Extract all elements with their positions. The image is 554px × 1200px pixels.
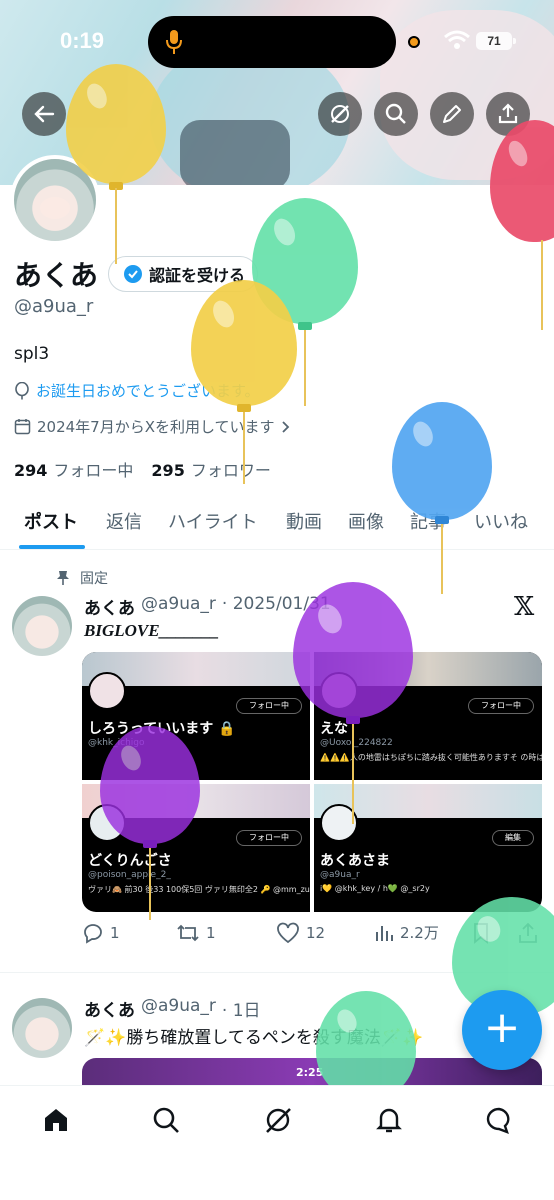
- post-avatar[interactable]: [12, 998, 72, 1058]
- balloon: [392, 402, 492, 520]
- nav-grok[interactable]: [258, 1100, 298, 1140]
- back-arrow-icon: [34, 105, 55, 123]
- views-icon: [376, 925, 393, 941]
- plus-icon: +: [483, 1002, 521, 1053]
- reply-icon: [84, 924, 102, 944]
- balloon-pin-icon: [15, 381, 29, 399]
- pinned-indicator: 固定: [56, 568, 108, 588]
- post-header: あくあ @a9ua_r · 2025/01/31: [84, 594, 331, 619]
- post-author-name[interactable]: あくあ: [84, 594, 135, 619]
- like-button[interactable]: 12: [276, 922, 325, 944]
- pin-icon: [57, 571, 69, 585]
- search-button[interactable]: [374, 92, 418, 136]
- dynamic-island: [148, 16, 396, 68]
- nav-home[interactable]: [36, 1100, 76, 1140]
- bottom-navigation: [0, 1085, 554, 1200]
- profile-name: あくあ: [14, 259, 99, 292]
- like-icon: [277, 922, 299, 944]
- balloon: [191, 280, 297, 406]
- verified-badge-icon: [124, 265, 142, 283]
- grok-icon: [266, 1108, 291, 1133]
- following-link[interactable]: 294 フォロー中: [14, 457, 133, 481]
- bell-icon: [376, 1108, 402, 1133]
- views-button[interactable]: 2.2万: [374, 922, 439, 943]
- nav-messages[interactable]: [479, 1100, 519, 1140]
- tab-videos[interactable]: 動画: [286, 508, 322, 534]
- back-button[interactable]: [22, 92, 66, 136]
- share-icon: [498, 103, 518, 124]
- microphone-icon: [166, 30, 182, 54]
- post-date: · 1日: [221, 1001, 261, 1021]
- tab-likes[interactable]: いいね: [474, 508, 528, 534]
- post-header: あくあ @a9ua_r · 1日: [84, 996, 261, 1021]
- reply-button[interactable]: 1: [82, 922, 120, 944]
- post-author-handle: @a9ua_r: [141, 594, 216, 614]
- tab-posts[interactable]: ポスト: [24, 508, 78, 534]
- profile-bio: spl3: [14, 344, 50, 364]
- chevron-right-icon: [281, 420, 289, 433]
- battery-indicator: 71: [476, 32, 516, 50]
- nav-notifications[interactable]: [369, 1100, 409, 1140]
- tab-highlights[interactable]: ハイライト: [168, 508, 258, 534]
- pinned-label: 固定: [80, 571, 108, 587]
- edit-button[interactable]: [430, 92, 474, 136]
- post-author-name[interactable]: あくあ: [84, 996, 135, 1021]
- compose-button[interactable]: +: [462, 990, 542, 1070]
- media-image[interactable]: 編集 あくあさま @a9ua_r i💛 @khk_key / h💚 @_sr2y: [314, 784, 542, 912]
- status-bar: 0:19 71: [0, 0, 554, 80]
- balloon: [66, 64, 166, 184]
- post-author-handle: @a9ua_r: [141, 996, 216, 1016]
- follow-stats: 294 フォロー中 295 フォロワー: [14, 457, 271, 481]
- search-icon: [153, 1107, 179, 1133]
- balloon: [100, 726, 200, 844]
- tab-replies[interactable]: 返信: [106, 508, 142, 534]
- balloon: [293, 582, 413, 718]
- home-icon: [45, 1109, 67, 1131]
- repost-icon: [177, 924, 199, 942]
- wifi-icon: [444, 30, 470, 49]
- followers-link[interactable]: 295 フォロワー: [151, 457, 270, 481]
- post-text: BIGLOVE_______: [84, 621, 220, 640]
- pencil-icon: [443, 105, 461, 123]
- privacy-indicator: [408, 36, 420, 48]
- tab-images[interactable]: 画像: [348, 508, 384, 534]
- joined-text: 2024年7月からXを利用しています: [37, 418, 275, 436]
- search-icon: [385, 103, 406, 124]
- chat-icon: [486, 1107, 510, 1135]
- x-logo-icon: 𝕏: [514, 592, 535, 622]
- joined-date[interactable]: 2024年7月からXを利用しています: [14, 416, 291, 437]
- profile-handle: @a9ua_r: [14, 296, 94, 317]
- nav-search[interactable]: [146, 1100, 186, 1140]
- status-time: 0:19: [60, 28, 105, 53]
- grok-icon: [331, 105, 349, 123]
- calendar-icon: [14, 419, 31, 435]
- active-tab-indicator: [19, 545, 85, 549]
- repost-button[interactable]: 1: [176, 922, 216, 944]
- post-video[interactable]: 2:25: [82, 1058, 542, 1088]
- grok-button[interactable]: [318, 92, 362, 136]
- post-avatar[interactable]: [12, 596, 72, 656]
